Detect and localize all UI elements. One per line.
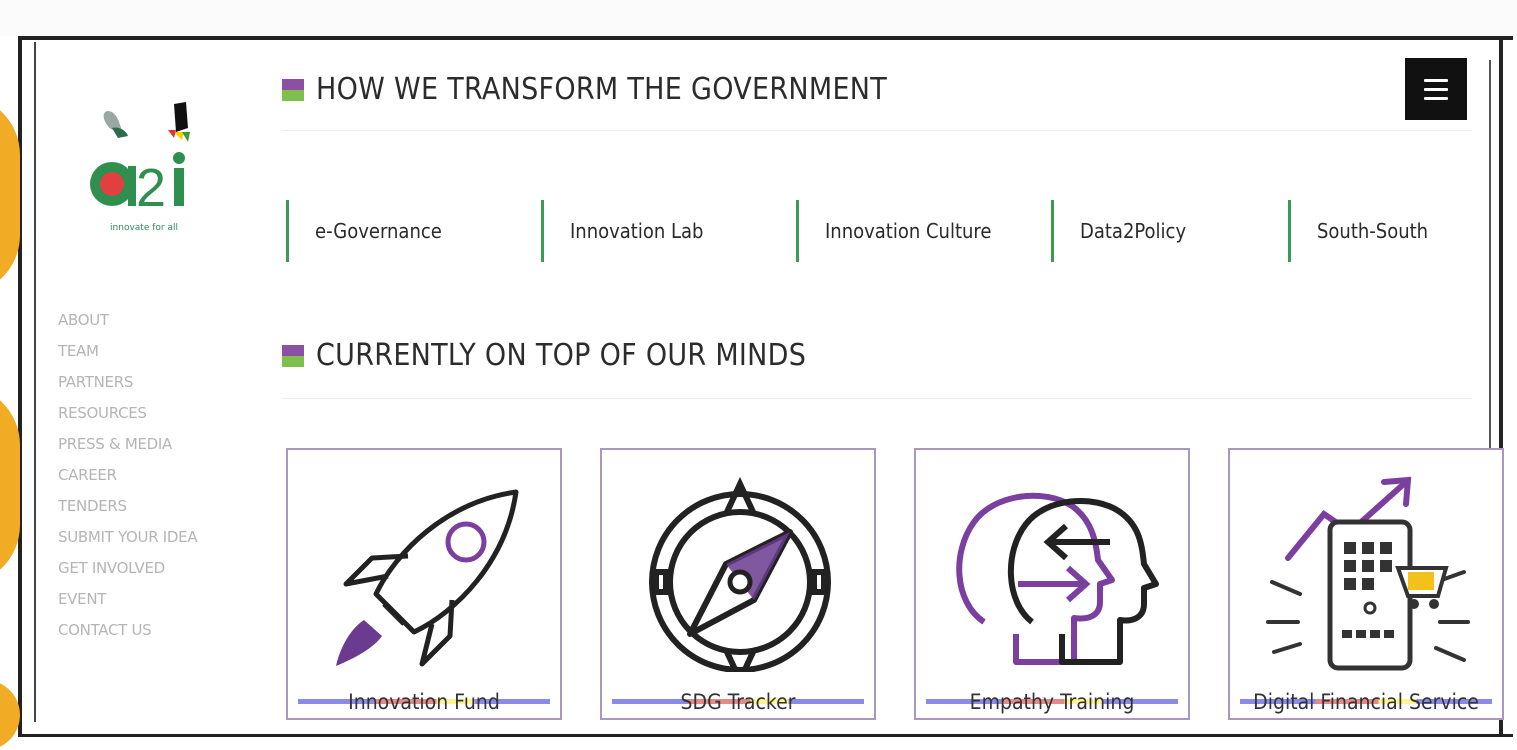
sidebar-item-event[interactable]: EVENT [58, 589, 197, 620]
side-accent-shape [0, 95, 20, 295]
tab-data2policy[interactable]: Data2Policy [1051, 200, 1186, 262]
sidebar-item-about[interactable]: ABOUT [58, 310, 197, 341]
transform-tabs: e-Governance Innovation Lab Innovation C… [286, 200, 1476, 262]
sidebar-item-resources[interactable]: RESOURCES [58, 403, 197, 434]
svg-text:2: 2 [136, 158, 166, 218]
sidebar-item-press-media[interactable]: PRESS & MEDIA [58, 434, 197, 465]
tab-e-governance[interactable]: e-Governance [286, 200, 442, 262]
mobile-commerce-icon [1266, 476, 1470, 671]
card-empathy-training[interactable]: Empathy Training [914, 448, 1190, 720]
section-title-minds: CURRENTLY ON TOP OF OUR MINDS [282, 338, 806, 373]
heading-square-icon [282, 78, 304, 101]
sidebar-item-contact[interactable]: CONTACT US [58, 620, 197, 651]
left-border-inner [34, 42, 36, 722]
tab-innovation-culture[interactable]: Innovation Culture [796, 200, 991, 262]
heading-square-icon [282, 344, 304, 367]
sidebar-item-career[interactable]: CAREER [58, 465, 197, 496]
card-label: Innovation Fund [348, 690, 500, 714]
divider [282, 130, 1472, 131]
hamburger-bar [1424, 96, 1448, 100]
sidebar-nav: ABOUT TEAM PARTNERS RESOURCES PRESS & ME… [58, 310, 198, 651]
compass-icon [649, 476, 831, 672]
sidebar-item-submit-idea[interactable]: SUBMIT YOUR IDEA [58, 527, 198, 558]
left-border [18, 36, 22, 736]
sidebar-item-tenders[interactable]: TENDERS [58, 496, 197, 527]
divider [282, 398, 1472, 399]
sidebar-item-get-involved[interactable]: GET INVOLVED [58, 558, 197, 589]
card-sdg-tracker[interactable]: SDG Tracker [600, 448, 876, 720]
section-title-transform: HOW WE TRANSFORM THE GOVERNMENT [282, 72, 887, 107]
side-accent-shape [0, 680, 20, 750]
section-title-text: HOW WE TRANSFORM THE GOVERNMENT [316, 72, 888, 107]
hamburger-bar [1424, 78, 1448, 82]
bottom-border [18, 734, 1513, 737]
card-label: Empathy Training [969, 690, 1135, 714]
hamburger-bar [1424, 87, 1448, 91]
tab-innovation-lab[interactable]: Innovation Lab [541, 200, 703, 262]
hamburger-menu-button[interactable] [1405, 58, 1467, 120]
tab-south-south[interactable]: South-South [1288, 200, 1428, 262]
sidebar-item-team[interactable]: TEAM [58, 341, 197, 372]
top-strip [0, 0, 1517, 36]
card-label: Digital Financial Service [1253, 690, 1479, 714]
heads-icon [956, 492, 1159, 665]
card-digital-financial-service[interactable]: Digital Financial Service [1228, 448, 1504, 720]
top-border [18, 36, 1513, 40]
section-title-text: CURRENTLY ON TOP OF OUR MINDS [316, 338, 807, 373]
card-label: SDG Tracker [680, 690, 796, 714]
rocket-icon [336, 489, 519, 667]
card-innovation-fund[interactable]: Innovation Fund [286, 448, 562, 720]
side-accent-shape [0, 385, 20, 585]
logo-tagline: innovate for all [110, 223, 178, 233]
sidebar-item-partners[interactable]: PARTNERS [58, 372, 197, 403]
